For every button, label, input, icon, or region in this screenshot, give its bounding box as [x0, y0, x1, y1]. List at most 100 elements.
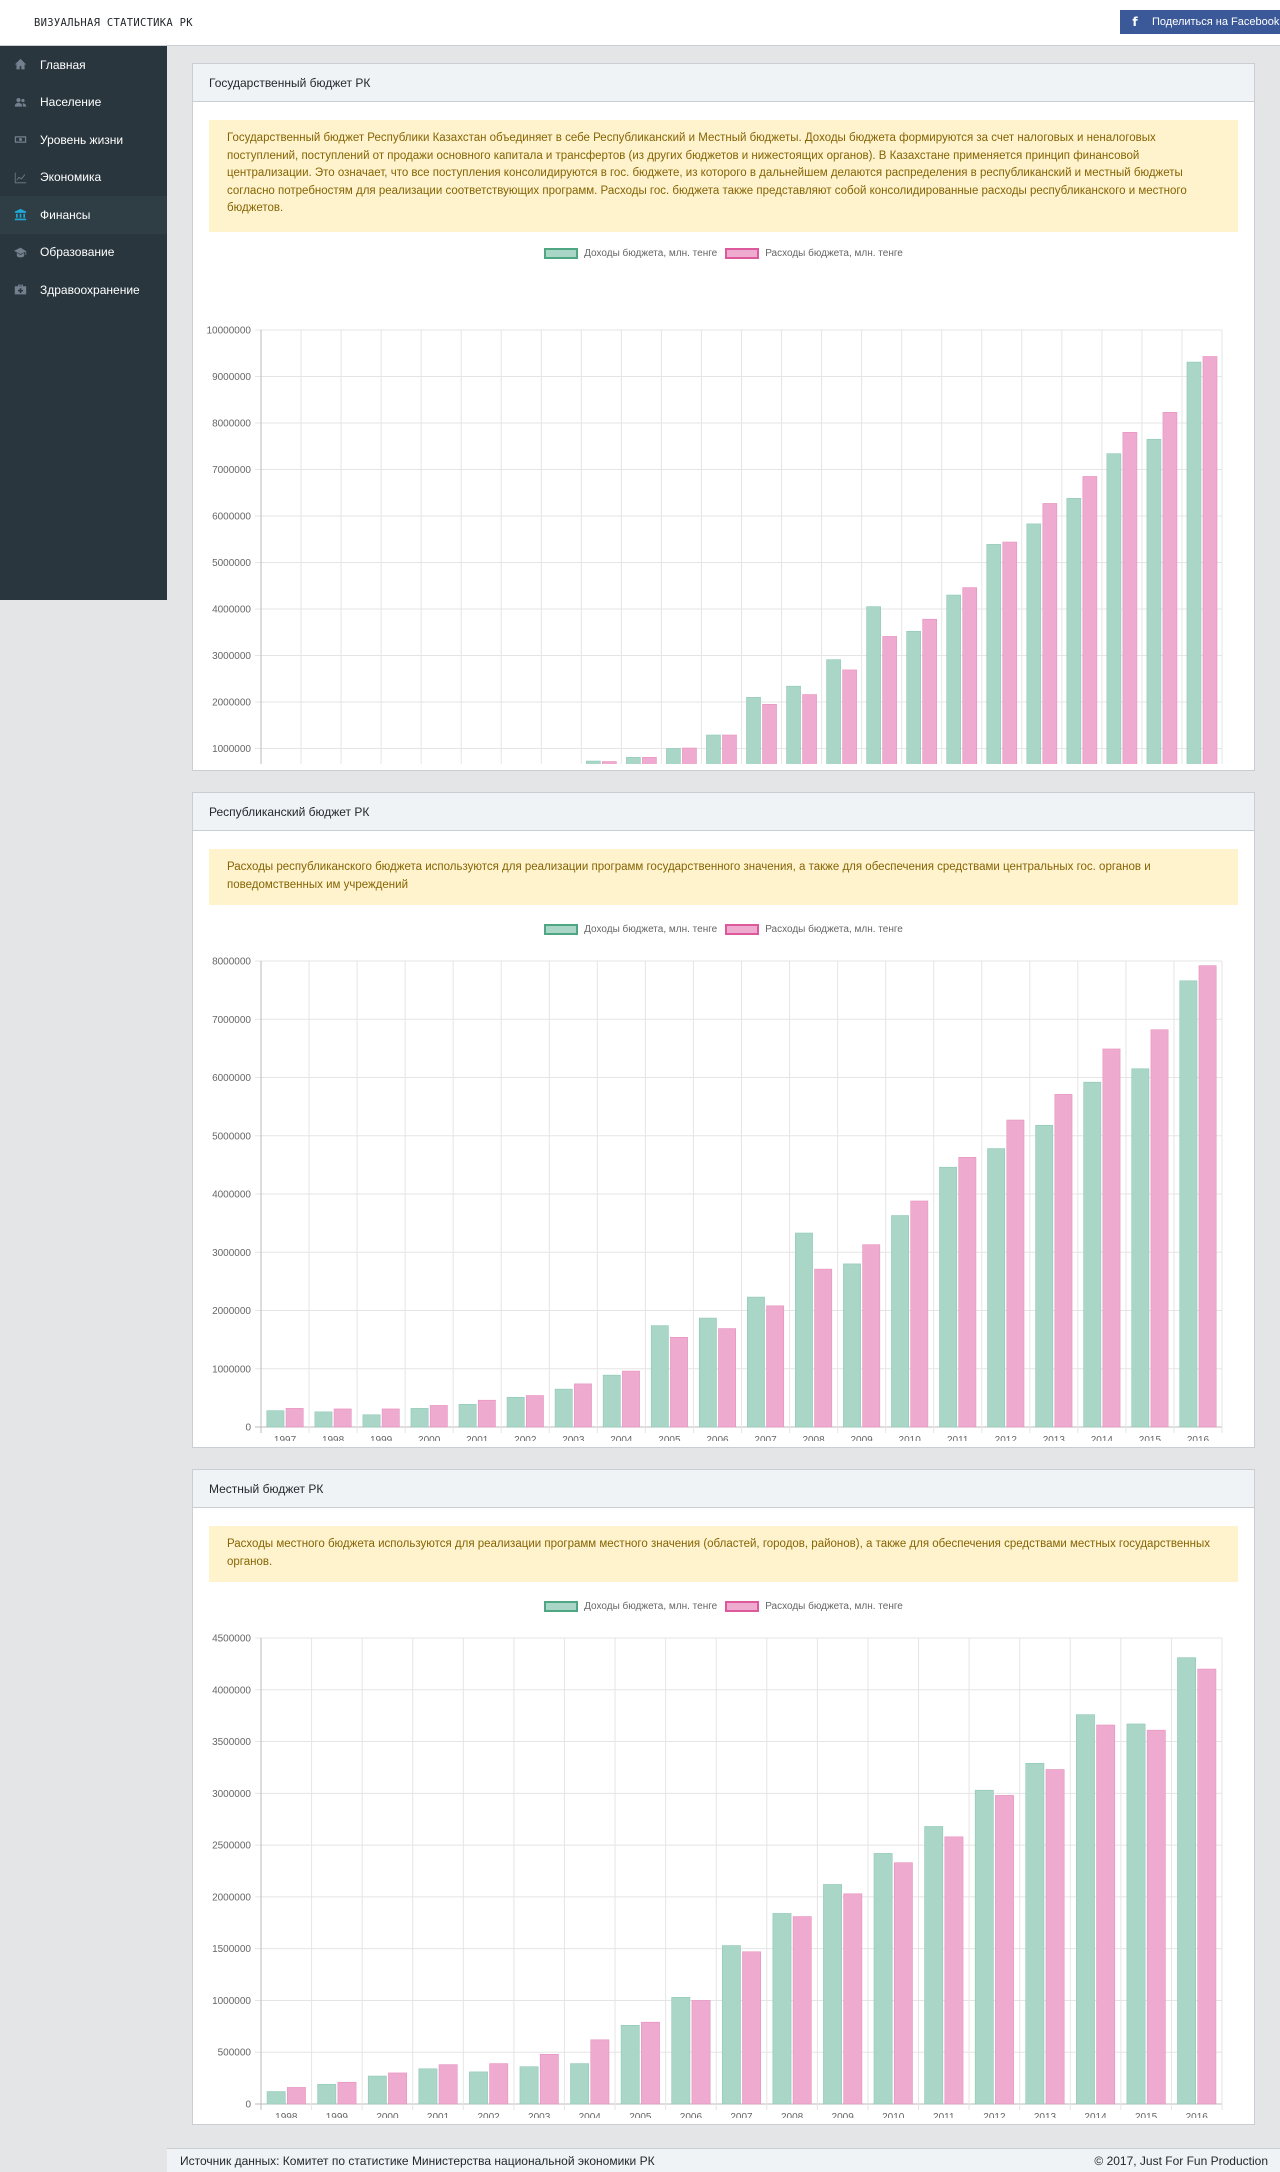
x-tick-label: 1997 — [274, 1435, 297, 1441]
expense-bar — [843, 1893, 863, 2105]
local-budget-card: Местный бюджет РК Расходы местного бюдже… — [192, 1469, 1255, 2125]
expense-bar — [958, 1157, 977, 1428]
y-tick-label: 10000000 — [207, 326, 252, 337]
expense-bar — [642, 757, 657, 764]
x-tick-label: 2014 — [1091, 1435, 1114, 1441]
expense-bar — [814, 1268, 833, 1428]
income-bar — [469, 2071, 488, 2105]
income-bar — [317, 2084, 337, 2105]
legend-item-income[interactable]: Доходы бюджета, млн. тенге — [544, 924, 717, 935]
sidebar-item-healthcare[interactable]: Здравоохранение — [0, 271, 167, 309]
legend-item-expense[interactable]: Расходы бюджета, млн. тенге — [725, 1601, 903, 1612]
income-bar — [1177, 1657, 1197, 2105]
legend-label: Доходы бюджета, млн. тенге — [584, 924, 718, 935]
legend-label: Расходы бюджета, млн. тенге — [765, 1601, 903, 1612]
card-description: Государственный бюджет Республики Казахс… — [209, 120, 1238, 232]
legend-item-income[interactable]: Доходы бюджета, млн. тенге — [544, 1601, 717, 1612]
legend-label: Расходы бюджета, млн. тенге — [765, 248, 903, 259]
sidebar-item-population[interactable]: Население — [0, 84, 167, 122]
income-bar — [772, 1913, 792, 2105]
sidebar-item-education[interactable]: Образование — [0, 234, 167, 272]
sidebar-item-label: Главная — [40, 57, 86, 72]
sidebar: Главная Население Уровень жизни Экономик… — [0, 46, 167, 600]
top-navbar: ВИЗУАЛЬНАЯ СТАТИСТИКА РК f Поделиться на… — [0, 0, 1280, 46]
income-bar — [1131, 1068, 1150, 1428]
card-description: Расходы республиканского бюджета использ… — [209, 849, 1238, 905]
expense-bar — [1162, 412, 1178, 764]
income-bar — [410, 1408, 429, 1428]
x-tick-label: 2005 — [629, 2112, 652, 2118]
expense-bar — [922, 618, 938, 764]
legend-swatch — [544, 1601, 579, 1612]
y-tick-label: 8000000 — [212, 957, 251, 968]
income-bar — [1083, 1081, 1102, 1428]
legend-label: Доходы бюджета, млн. тенге — [584, 248, 718, 259]
sidebar-item-living-standard[interactable]: Уровень жизни — [0, 121, 167, 159]
expense-bar — [742, 1951, 762, 2105]
expense-bar — [792, 1916, 812, 2105]
y-tick-label: 2000000 — [212, 1306, 251, 1317]
x-tick-label: 2000 — [418, 1435, 441, 1441]
x-tick-label: 2011 — [947, 1435, 969, 1441]
expense-bar — [438, 2064, 458, 2105]
legend-item-expense[interactable]: Расходы бюджета, млн. тенге — [725, 248, 903, 259]
x-tick-label: 2002 — [514, 1435, 537, 1441]
income-bar — [266, 1410, 285, 1428]
brand-logo-text[interactable]: ВИЗУАЛЬНАЯ СТАТИСТИКА РК — [34, 17, 193, 29]
y-tick-label: 7000000 — [212, 465, 251, 476]
income-bar — [698, 1317, 717, 1428]
x-tick-label: 2011 — [933, 2112, 955, 2118]
y-tick-label: 8000000 — [212, 419, 251, 430]
income-bar — [826, 659, 841, 764]
x-tick-label: 2004 — [579, 2112, 602, 2118]
legend-label: Расходы бюджета, млн. тенге — [765, 924, 903, 935]
footer: Источник данных: Комитет по статистике М… — [167, 2148, 1280, 2172]
expense-bar — [1054, 1094, 1073, 1428]
x-tick-label: 2012 — [995, 1435, 1018, 1441]
sidebar-item-label: Население — [40, 95, 102, 110]
sidebar-item-home[interactable]: Главная — [0, 46, 167, 84]
income-bar — [1025, 1763, 1045, 2105]
income-bar — [1066, 498, 1082, 764]
x-tick-label: 2013 — [1034, 2112, 1057, 2118]
legend-item-income[interactable]: Доходы бюджета, млн. тенге — [544, 248, 717, 259]
income-bar — [666, 748, 681, 764]
y-tick-label: 1000000 — [212, 1996, 251, 2007]
x-tick-label: 2007 — [730, 2112, 753, 2118]
x-tick-label: 2001 — [427, 2112, 450, 2118]
expense-bar — [1122, 432, 1138, 764]
x-tick-label: 2015 — [1139, 1435, 1162, 1441]
copyright-text: © 2017, Just For Fun Production — [1094, 2153, 1268, 2168]
sidebar-item-finance[interactable]: Финансы — [0, 196, 167, 234]
income-bar — [554, 1388, 573, 1428]
card-description: Расходы местного бюджета используются дл… — [209, 1526, 1238, 1582]
expense-bar — [670, 1336, 688, 1428]
data-source-text: Источник данных: Комитет по статистике М… — [180, 2153, 655, 2168]
expense-bar — [429, 1405, 448, 1428]
income-bar — [266, 2091, 286, 2105]
y-tick-label: 3000000 — [212, 1248, 251, 1259]
state-budget-card: Государственный бюджет РК Государственны… — [192, 63, 1255, 771]
chart-legend: Доходы бюджета, млн. тенге Расходы бюдже… — [193, 1601, 1254, 1612]
expense-bar — [882, 636, 897, 764]
y-tick-label: 5000000 — [212, 558, 251, 569]
expense-bar — [962, 587, 978, 764]
income-bar — [1146, 438, 1162, 764]
expense-bar — [333, 1408, 352, 1428]
income-bar — [706, 734, 721, 764]
card-title: Местный бюджет РК — [193, 1470, 1254, 1508]
expense-bar — [1002, 541, 1018, 764]
share-facebook-button[interactable]: f Поделиться на Facebook — [1120, 10, 1280, 34]
expense-bar — [622, 1370, 640, 1428]
legend-swatch — [725, 248, 760, 259]
x-tick-label: 2008 — [781, 2112, 804, 2118]
x-tick-label: 2016 — [1187, 1435, 1210, 1441]
legend-item-expense[interactable]: Расходы бюджета, млн. тенге — [725, 924, 903, 935]
income-bar — [866, 606, 881, 764]
expense-bar — [337, 2081, 357, 2105]
sidebar-item-economy[interactable]: Экономика — [0, 159, 167, 197]
share-facebook-label: Поделиться на Facebook — [1152, 16, 1280, 28]
expense-bar — [1045, 1769, 1065, 2105]
income-bar — [671, 1997, 691, 2105]
sidebar-item-label: Здравоохранение — [40, 282, 140, 297]
